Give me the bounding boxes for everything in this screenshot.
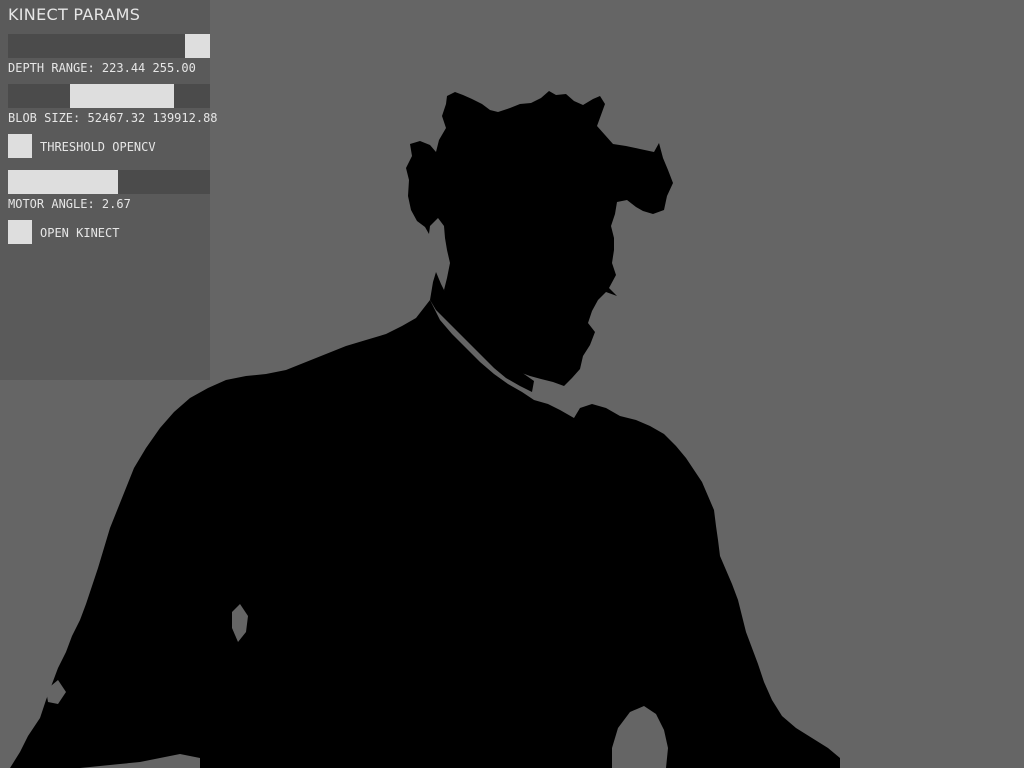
panel-title: KINECT PARAMS — [8, 5, 141, 24]
kinect-params-panel: KINECT PARAMS DEPTH RANGE: 223.44 255.00… — [0, 0, 218, 380]
blob-size-label: BLOB SIZE: 52467.32 139912.88 — [8, 111, 218, 125]
threshold-opencv-toggle[interactable] — [8, 134, 32, 158]
blob-size-fill[interactable] — [70, 84, 175, 108]
depth-range-slider[interactable] — [8, 34, 210, 58]
open-kinect-label: OPEN KINECT — [40, 226, 120, 240]
kinect-depth-canvas: KINECT PARAMS DEPTH RANGE: 223.44 255.00… — [0, 0, 1024, 768]
blob-size-slider[interactable] — [8, 84, 210, 108]
motor-angle-fill[interactable] — [8, 170, 118, 194]
motor-angle-label: MOTOR ANGLE: 2.67 — [8, 197, 131, 211]
depth-range-label: DEPTH RANGE: 223.44 255.00 — [8, 61, 196, 75]
motor-angle-slider[interactable] — [8, 170, 210, 194]
threshold-opencv-label: THRESHOLD OPENCV — [40, 140, 156, 154]
open-kinect-toggle[interactable] — [8, 220, 32, 244]
depth-range-fill[interactable] — [184, 34, 210, 58]
